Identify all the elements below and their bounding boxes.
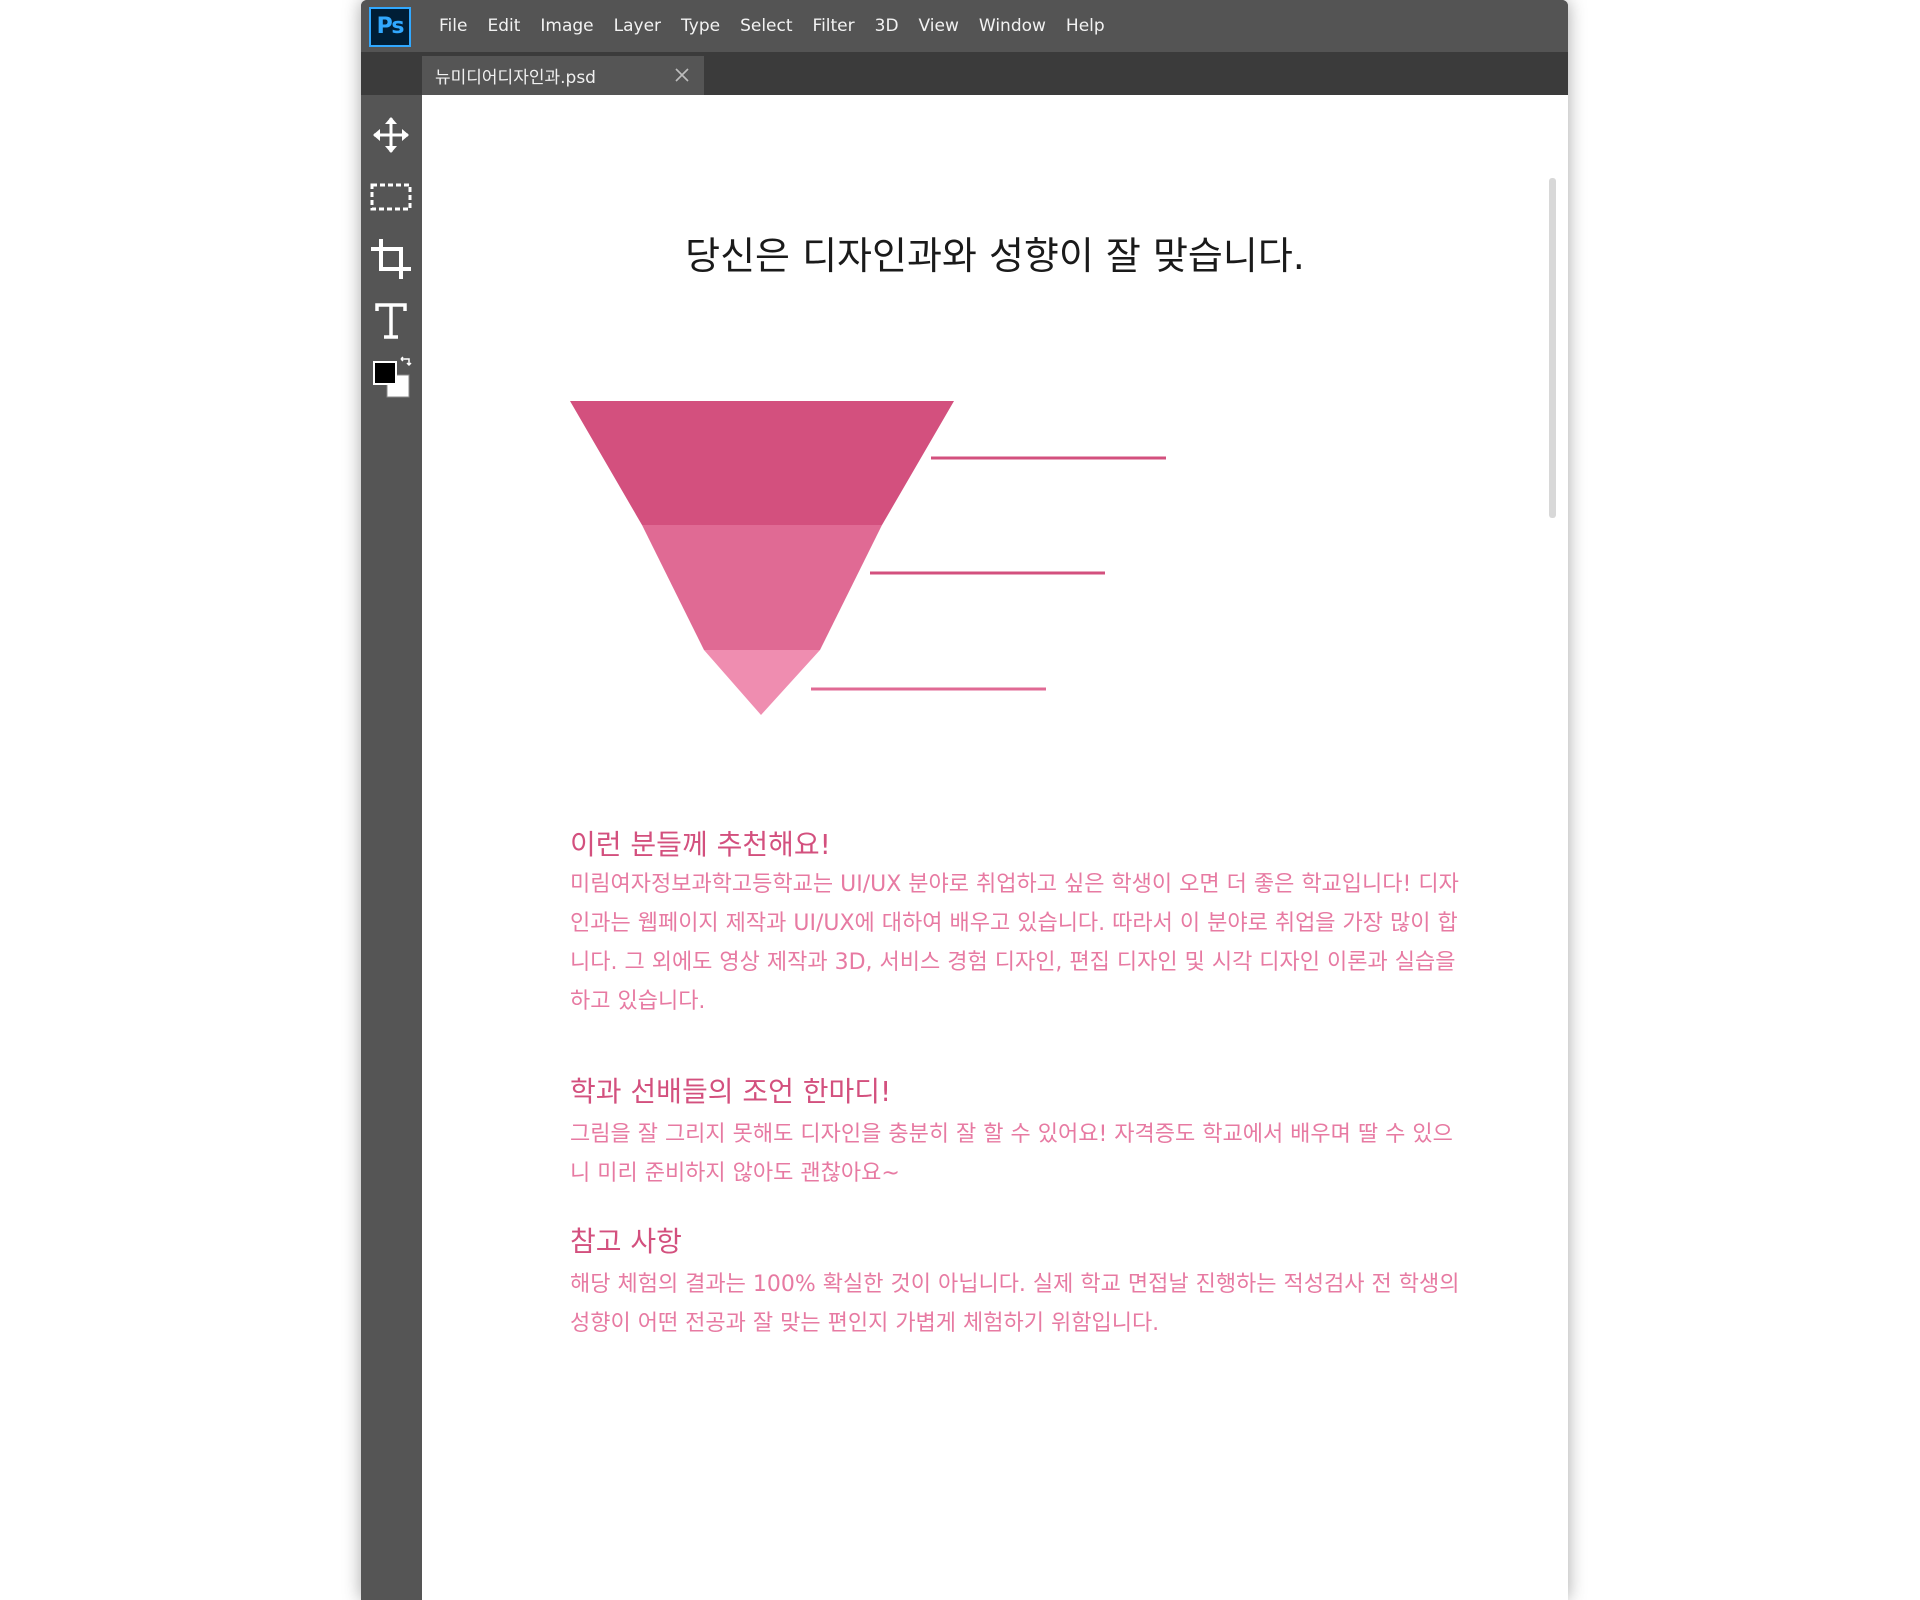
menu-layer[interactable]: Layer (614, 16, 661, 36)
type-tool[interactable] (367, 297, 415, 345)
menu-type[interactable]: Type (681, 16, 720, 36)
color-swatches[interactable] (367, 355, 415, 403)
section-note-body: 해당 체험의 결과는 100% 확실한 것이 아닙니다. 실제 학교 면접날 진… (570, 1272, 1460, 1336)
menu-image[interactable]: Image (540, 16, 593, 36)
close-icon[interactable] (674, 67, 690, 83)
menu-edit[interactable]: Edit (487, 16, 520, 36)
marquee-tool[interactable] (367, 173, 415, 221)
menu-select[interactable]: Select (740, 16, 792, 36)
section-note-title: 참고 사항 (570, 1225, 682, 1258)
menu-items: File Edit Image Layer Type Select Filter… (439, 0, 1105, 52)
type-tool-icon (375, 303, 407, 339)
menu-file[interactable]: File (439, 16, 467, 36)
document-tab[interactable]: 뉴미디어디자인과.psd (422, 56, 704, 95)
funnel-graphic (570, 401, 1166, 715)
crop-tool[interactable] (367, 235, 415, 283)
funnel-middle-segment (642, 525, 882, 650)
marquee-tool-icon (370, 183, 412, 211)
photoshop-logo[interactable]: Ps (369, 7, 411, 47)
menu-3d[interactable]: 3D (875, 16, 899, 36)
document-tab-title: 뉴미디어디자인과.psd (435, 68, 596, 88)
menu-bar: Ps File Edit Image Layer Type Select Fil… (361, 0, 1568, 52)
document-tab-bar: 뉴미디어디자인과.psd (361, 52, 1568, 95)
tools-panel (361, 95, 422, 1600)
section-recommend-title: 이런 분들께 추천해요! (570, 828, 831, 861)
menu-help[interactable]: Help (1066, 16, 1105, 36)
color-swatch-icon (373, 356, 412, 398)
menu-window[interactable]: Window (979, 16, 1046, 36)
move-tool[interactable] (367, 111, 415, 159)
funnel-top-segment (570, 401, 954, 525)
section-advice-body: 그림을 잘 그리지 못해도 디자인을 충분히 잘 할 수 있어요! 자격증도 학… (570, 1122, 1453, 1186)
photoshop-window: Ps File Edit Image Layer Type Select Fil… (361, 0, 1568, 1600)
menu-view[interactable]: View (919, 16, 959, 36)
menu-filter[interactable]: Filter (813, 16, 855, 36)
funnel-bottom-segment (704, 650, 820, 715)
section-recommend-body: 미림여자정보과학고등학교는 UI/UX 분야로 취업하고 싶은 학생이 오면 더… (570, 872, 1459, 1014)
document-canvas[interactable]: 당신은 디자인과와 성향이 잘 맞습니다. 이런 분들께 추천해요! 미림여자정… (422, 95, 1568, 1600)
crop-tool-icon (371, 239, 411, 279)
section-advice-title: 학과 선배들의 조언 한마디! (570, 1075, 892, 1108)
move-tool-icon (373, 117, 409, 153)
